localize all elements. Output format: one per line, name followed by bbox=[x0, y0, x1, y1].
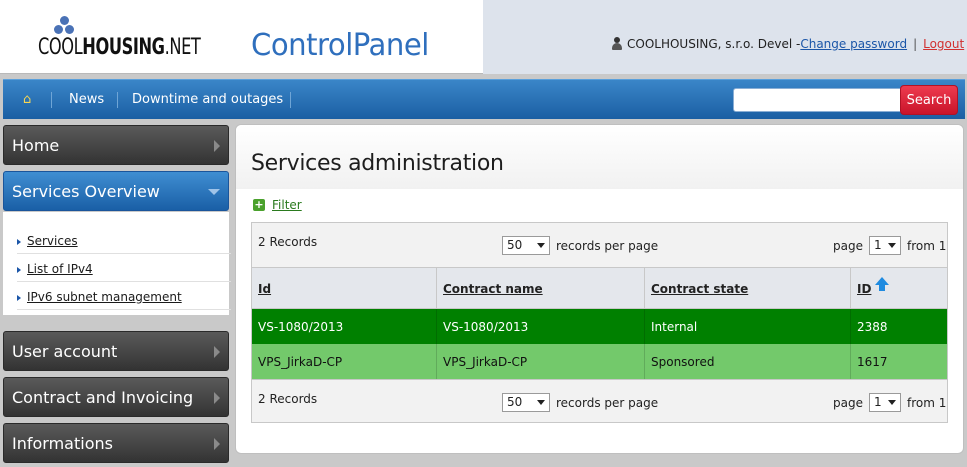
sidebar-item-contract-invoicing[interactable]: Contract and Invoicing bbox=[3, 377, 229, 417]
sidebar-item-label: Services Overview bbox=[12, 182, 160, 201]
page-control: page 1 from 1 bbox=[833, 393, 946, 412]
submenu-item-ipv4[interactable]: List of IPv4 bbox=[17, 255, 231, 282]
per-page-select[interactable]: 50 bbox=[502, 236, 550, 255]
change-password-link[interactable]: Change password bbox=[800, 37, 907, 51]
chevron-down-icon bbox=[208, 189, 220, 195]
cell-contract-state: Sponsored bbox=[645, 344, 851, 379]
logout-link[interactable]: Logout bbox=[923, 37, 964, 51]
page-label: page bbox=[833, 238, 863, 253]
logo-dots-icon bbox=[52, 16, 76, 36]
page-total: from 1 bbox=[906, 238, 947, 253]
main-panel: Services administration + Filter 2 Recor… bbox=[235, 124, 964, 454]
page-label: page bbox=[833, 395, 863, 410]
logo-text: COOLHOUSING.NET bbox=[38, 35, 201, 60]
pager-top: 2 Records 50 records per page page 1 fro… bbox=[252, 223, 947, 267]
page-control: page 1 from 1 bbox=[833, 236, 946, 255]
plus-icon: + bbox=[253, 198, 265, 211]
services-table: 2 Records 50 records per page page 1 fro… bbox=[251, 222, 948, 423]
table-row[interactable]: VS-1080/2013 VS-1080/2013 Internal 2388 bbox=[252, 309, 947, 344]
per-page-control: 50 records per page bbox=[502, 393, 658, 412]
cell-contract-name: VPS_JirkaD-CP bbox=[437, 344, 645, 379]
top-nav: ⌂ News Downtime and outages Search bbox=[3, 79, 965, 119]
sidebar-item-label: User account bbox=[12, 342, 118, 361]
home-icon[interactable]: ⌂ bbox=[23, 93, 37, 107]
per-page-label: records per page bbox=[556, 238, 659, 253]
cell-id-number: 2388 bbox=[857, 320, 888, 334]
sidebar-item-home[interactable]: Home bbox=[3, 125, 229, 165]
submenu-item-services[interactable]: Services bbox=[17, 227, 231, 254]
header-separator: | bbox=[913, 37, 918, 51]
filter-toggle[interactable]: + Filter bbox=[253, 198, 302, 212]
services-submenu: Services List of IPv4 IPv6 subnet manage… bbox=[3, 212, 231, 315]
records-count: 2 Records bbox=[258, 235, 318, 249]
column-header-id[interactable]: Id bbox=[252, 268, 437, 308]
main-header: Services administration bbox=[236, 125, 963, 189]
column-header-contract-name[interactable]: Contract name bbox=[437, 268, 645, 308]
sidebar-item-services-overview[interactable]: Services Overview bbox=[3, 171, 229, 211]
app-title: ControlPanel bbox=[251, 28, 429, 63]
nav-divider bbox=[117, 92, 118, 108]
pager-bottom: 2 Records 50 records per page page 1 fro… bbox=[252, 379, 947, 423]
per-page-select[interactable]: 50 bbox=[502, 393, 550, 412]
user-info: COOLHOUSING, s.r.o. Devel - Change passw… bbox=[610, 37, 967, 51]
user-icon bbox=[610, 37, 624, 51]
search-input[interactable] bbox=[733, 88, 901, 112]
page-title: Services administration bbox=[251, 151, 504, 176]
bullet-icon bbox=[17, 238, 21, 245]
submenu-item-ipv6[interactable]: IPv6 subnet management bbox=[17, 283, 231, 310]
cell-id: VPS_JirkaD-CP bbox=[252, 344, 437, 379]
nav-divider bbox=[51, 92, 52, 108]
bullet-icon bbox=[17, 266, 21, 273]
nav-news[interactable]: News bbox=[69, 80, 104, 120]
sidebar-item-informations[interactable]: Informations bbox=[3, 423, 229, 463]
nav-downtime-outages[interactable]: Downtime and outages bbox=[132, 80, 283, 120]
chevron-right-icon bbox=[214, 438, 220, 450]
cell-contract-state: Internal bbox=[645, 309, 851, 344]
column-header-id-number[interactable]: ID bbox=[851, 268, 947, 308]
chevron-right-icon bbox=[214, 346, 220, 358]
per-page-control: 50 records per page bbox=[502, 236, 658, 255]
page-select[interactable]: 1 bbox=[868, 393, 901, 412]
column-header-contract-state[interactable]: Contract state bbox=[645, 268, 851, 308]
records-count: 2 Records bbox=[258, 392, 318, 406]
chevron-right-icon bbox=[214, 392, 220, 404]
bullet-icon bbox=[17, 294, 21, 301]
nav-divider bbox=[290, 92, 291, 108]
cell-contract-name: VS-1080/2013 bbox=[437, 309, 645, 344]
sidebar-item-label: Informations bbox=[12, 434, 113, 453]
per-page-label: records per page bbox=[556, 395, 659, 410]
sidebar-item-label: Home bbox=[12, 136, 60, 155]
page-total: from 1 bbox=[906, 395, 947, 410]
search-button[interactable]: Search bbox=[900, 85, 958, 115]
filter-link[interactable]: Filter bbox=[272, 198, 302, 212]
page-select[interactable]: 1 bbox=[868, 236, 901, 255]
chevron-right-icon bbox=[214, 140, 220, 152]
cell-id: VS-1080/2013 bbox=[252, 309, 437, 344]
cell-id-number: 1617 bbox=[857, 355, 888, 369]
sort-ascending-icon[interactable] bbox=[875, 277, 890, 291]
table-header: Id Contract name Contract state ID bbox=[252, 267, 947, 309]
sidebar-item-label: Contract and Invoicing bbox=[12, 388, 194, 407]
table-row[interactable]: VPS_JirkaD-CP VPS_JirkaD-CP Sponsored 16… bbox=[252, 344, 947, 379]
header: COOLHOUSING.NET ControlPanel COOLHOUSING… bbox=[0, 0, 967, 74]
user-name: COOLHOUSING, s.r.o. Devel - bbox=[627, 37, 801, 51]
sidebar-item-user-account[interactable]: User account bbox=[3, 331, 229, 371]
